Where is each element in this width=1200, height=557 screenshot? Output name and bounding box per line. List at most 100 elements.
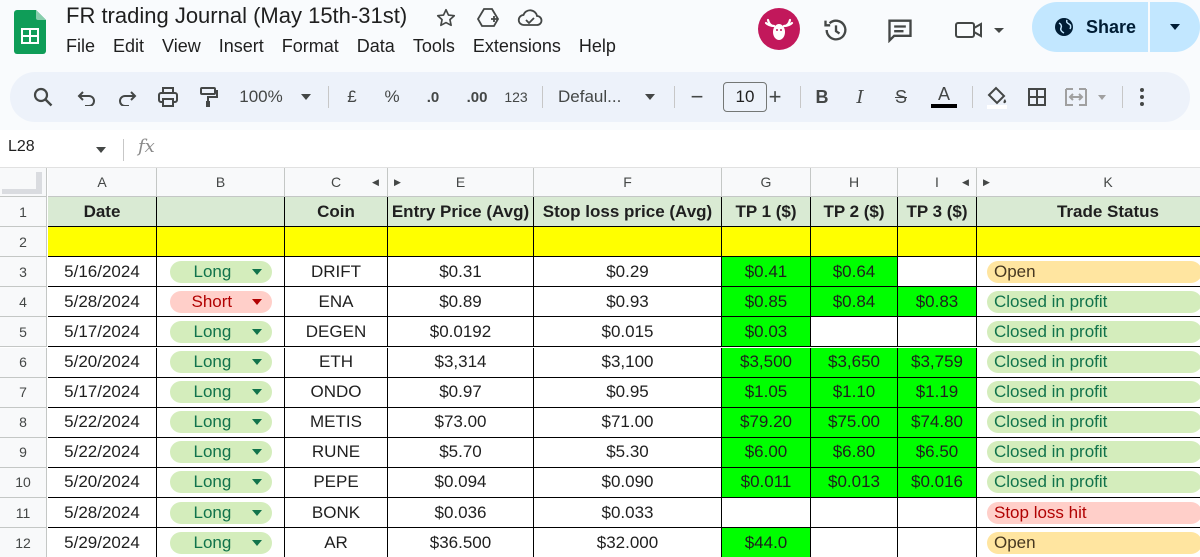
cell-tp2[interactable]: $0.84 (811, 287, 898, 318)
comments-icon[interactable] (882, 12, 918, 48)
cell-date[interactable]: 5/29/2024 (48, 528, 157, 557)
cell-date[interactable]: 5/28/2024 (48, 498, 157, 529)
separator-cell[interactable] (157, 227, 285, 258)
cell-stop[interactable]: $0.090 (534, 467, 722, 498)
strikethrough-button[interactable]: S (890, 72, 912, 122)
menu-format[interactable]: Format (282, 36, 347, 57)
separator-cell[interactable] (977, 227, 1200, 258)
column-header-h[interactable]: H (811, 168, 898, 197)
trade-status-chip[interactable]: Closed in profit (987, 411, 1200, 434)
column-header-k[interactable]: K (977, 168, 1200, 197)
column-header-e[interactable]: E (388, 168, 534, 197)
cell-coin[interactable]: PEPE (285, 467, 388, 498)
header-cell-date[interactable]: Date (48, 197, 157, 228)
cell-status[interactable]: Open (977, 528, 1200, 557)
zoom-chevron-down-icon[interactable] (298, 72, 314, 122)
cell-side[interactable]: Short (157, 287, 285, 318)
side-dropdown-chip[interactable]: Long (169, 441, 272, 464)
trade-status-chip[interactable]: Closed in profit (987, 381, 1200, 404)
side-dropdown-chip[interactable]: Long (169, 531, 272, 554)
cell-status[interactable]: Closed in profit (977, 468, 1200, 498)
cell-tp1[interactable]: $79.20 (722, 407, 811, 438)
cell-date[interactable]: 5/16/2024 (48, 257, 157, 288)
separator-cell[interactable] (811, 227, 898, 258)
share-options-button[interactable] (1148, 2, 1200, 52)
cell-side[interactable]: Long (157, 377, 285, 408)
cell-stop[interactable]: $0.033 (534, 498, 722, 529)
cell-coin[interactable]: DEGEN (285, 317, 388, 348)
menu-help[interactable]: Help (579, 36, 624, 57)
menu-tools[interactable]: Tools (413, 36, 463, 57)
trade-status-chip[interactable]: Open (987, 260, 1200, 283)
cell-tp3[interactable]: $1.19 (898, 377, 977, 408)
star-icon[interactable] (430, 4, 462, 32)
column-header-g[interactable]: G (722, 168, 811, 197)
row-header-5[interactable]: 5 (0, 317, 47, 348)
meet-icon[interactable] (950, 12, 1010, 48)
cell-tp1[interactable] (722, 498, 811, 529)
text-color-button[interactable]: A (930, 72, 958, 122)
cell-tp3[interactable]: $3,759 (898, 347, 977, 378)
bold-button[interactable]: B (812, 72, 832, 122)
trade-status-chip[interactable]: Closed in profit (987, 351, 1200, 374)
cell-entry[interactable]: $3,314 (388, 347, 534, 378)
cell-side[interactable]: Long (157, 317, 285, 348)
cloud-saved-icon[interactable] (514, 4, 546, 32)
row-header-3[interactable]: 3 (0, 257, 47, 288)
cell-tp2[interactable]: $6.80 (811, 437, 898, 468)
cell-date[interactable]: 5/22/2024 (48, 407, 157, 438)
header-cell-coin[interactable]: Coin (285, 197, 388, 228)
cell-coin[interactable]: METIS (285, 407, 388, 438)
cell-status[interactable]: Open (977, 257, 1200, 288)
menu-file[interactable]: File (66, 36, 103, 57)
avatar[interactable] (758, 8, 800, 50)
trade-status-chip[interactable]: Closed in profit (987, 441, 1200, 464)
cell-stop[interactable]: $0.29 (534, 257, 722, 288)
cell-stop[interactable]: $3,100 (534, 347, 722, 378)
separator-cell[interactable] (534, 227, 722, 258)
cell-entry[interactable]: $5.70 (388, 437, 534, 468)
spreadsheet-grid[interactable]: A B C E F G H I K ◀ ▶ ◀ ▶ 1 2 3 4 5 6 7 8 9 10 11 12 Date Coin Entr… (0, 168, 1200, 557)
cell-stop[interactable]: $0.93 (534, 287, 722, 318)
header-cell-tp2[interactable]: TP 2 ($) (811, 197, 898, 228)
cell-tp2[interactable] (811, 317, 898, 348)
cell-side[interactable]: Long (157, 407, 285, 438)
row-header-6[interactable]: 6 (0, 347, 47, 378)
cell-date[interactable]: 5/17/2024 (48, 317, 157, 348)
cell-status[interactable]: Closed in profit (977, 378, 1200, 408)
cell-tp1[interactable]: $0.85 (722, 287, 811, 318)
hidden-columns-arrow-icon[interactable]: ◀ (962, 177, 969, 188)
menu-data[interactable]: Data (357, 36, 403, 57)
cell-tp3[interactable] (898, 257, 977, 288)
cell-status[interactable]: Closed in profit (977, 408, 1200, 438)
cell-side[interactable]: Long (157, 257, 285, 288)
cell-coin[interactable]: RUNE (285, 437, 388, 468)
search-menus-icon[interactable] (30, 72, 56, 122)
cell-stop[interactable]: $0.015 (534, 317, 722, 348)
menu-edit[interactable]: Edit (113, 36, 152, 57)
cell-status[interactable]: Closed in profit (977, 438, 1200, 468)
row-header-2[interactable]: 2 (0, 227, 47, 258)
move-to-drive-icon[interactable] (472, 4, 504, 32)
cell-tp3[interactable]: $0.83 (898, 287, 977, 318)
cell-stop[interactable]: $5.30 (534, 437, 722, 468)
freeze-handle[interactable] (2, 189, 42, 194)
cell-tp2[interactable]: $3,650 (811, 347, 898, 378)
cell-status[interactable]: Closed in profit (977, 348, 1200, 378)
fill-color-icon[interactable] (982, 72, 1012, 122)
cell-tp2[interactable]: $0.013 (811, 467, 898, 498)
more-formats-button[interactable]: 123 (502, 72, 530, 122)
cell-tp3[interactable]: $6.50 (898, 437, 977, 468)
cell-entry[interactable]: $0.89 (388, 287, 534, 318)
cell-side[interactable]: Long (157, 437, 285, 468)
side-dropdown-chip[interactable]: Long (169, 471, 272, 494)
separator-cell[interactable] (285, 227, 388, 258)
more-options-icon[interactable] (1132, 72, 1152, 122)
row-header-11[interactable]: 11 (0, 498, 47, 529)
cell-tp3[interactable]: $0.016 (898, 467, 977, 498)
row-header-1[interactable]: 1 (0, 197, 47, 228)
cell-tp1[interactable]: $0.03 (722, 317, 811, 348)
side-dropdown-chip[interactable]: Long (169, 381, 272, 404)
cell-coin[interactable]: ONDO (285, 377, 388, 408)
column-header-b[interactable]: B (157, 168, 285, 197)
